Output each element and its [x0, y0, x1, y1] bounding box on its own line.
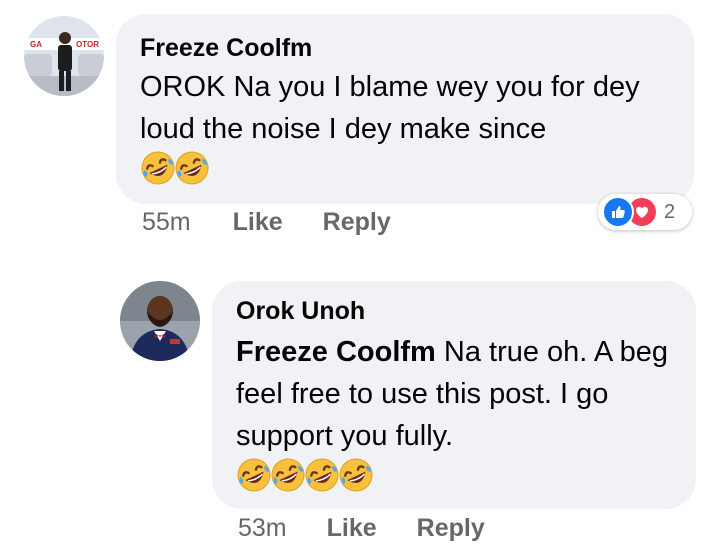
avatar-freeze-coolfm[interactable]: GA OTOR	[24, 16, 104, 96]
reaction-summary[interactable]: 2	[598, 194, 692, 230]
mention-link[interactable]: Freeze Coolfm	[236, 336, 436, 368]
avatar-orok-unoh[interactable]	[120, 281, 200, 361]
rolling-on-floor-laughing-icon	[270, 457, 306, 493]
avatar-photo	[120, 281, 200, 361]
comment-timestamp[interactable]: 55m	[142, 208, 191, 237]
avatar-photo: GA OTOR	[24, 16, 104, 96]
comment-bubble-freeze-coolfm: Freeze Coolfm OROK Na you I blame wey yo…	[116, 14, 694, 204]
reaction-count: 2	[664, 200, 676, 223]
comment-actions: 55m Like Reply	[142, 208, 391, 237]
rolling-on-floor-laughing-icon	[140, 150, 176, 186]
comment-text: Freeze Coolfm Na true oh. A beg feel fre…	[236, 331, 686, 457]
rolling-on-floor-laughing-icon	[236, 457, 272, 493]
comment-author[interactable]: Orok Unoh	[236, 297, 365, 326]
rolling-on-floor-laughing-icon	[338, 457, 374, 493]
comment-emojis	[140, 150, 208, 186]
avatar-sign-text: GA	[30, 40, 42, 49]
comment-timestamp[interactable]: 53m	[238, 514, 287, 543]
reply-actions: 53m Like Reply	[238, 514, 485, 543]
comment-bubble-orok-unoh: Orok Unoh Freeze Coolfm Na true oh. A be…	[212, 281, 696, 509]
comment-text: OROK Na you I blame wey you for dey loud…	[140, 71, 640, 145]
reply-button[interactable]: Reply	[323, 208, 391, 237]
comment-author[interactable]: Freeze Coolfm	[140, 34, 312, 63]
rolling-on-floor-laughing-icon	[304, 457, 340, 493]
svg-text:OTOR: OTOR	[76, 40, 99, 49]
like-icon	[602, 196, 634, 228]
like-button[interactable]: Like	[233, 208, 283, 237]
like-button[interactable]: Like	[327, 514, 377, 543]
rolling-on-floor-laughing-icon	[174, 150, 210, 186]
comment-emojis	[236, 457, 372, 493]
reply-button[interactable]: Reply	[417, 514, 485, 543]
